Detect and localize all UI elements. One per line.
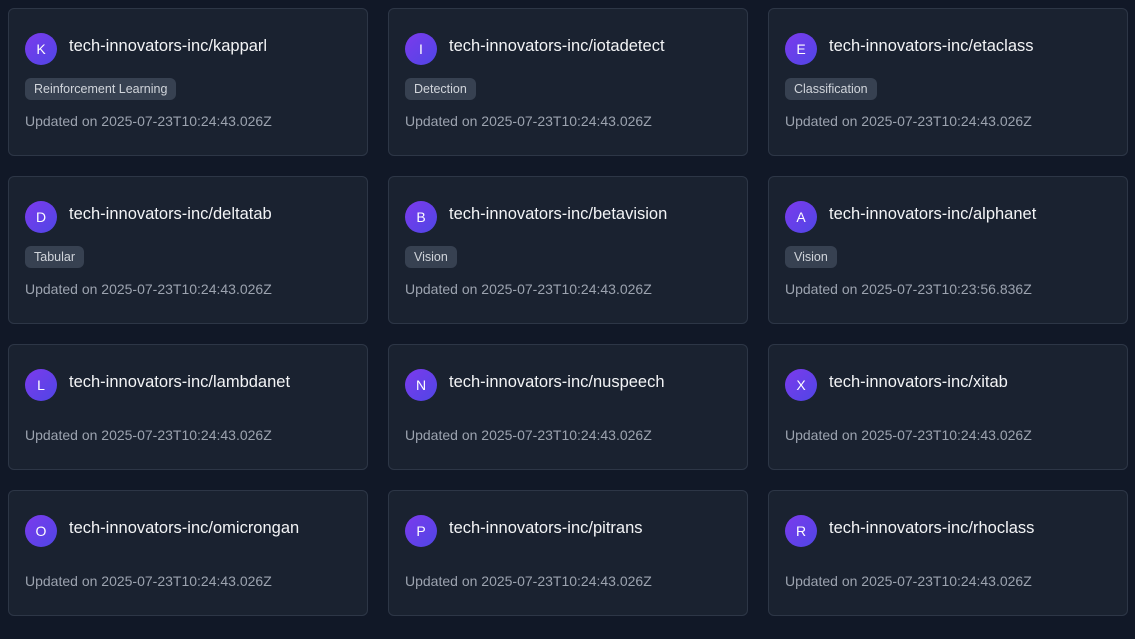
repo-updated: Updated on 2025-07-23T10:24:43.026Z bbox=[25, 113, 272, 129]
repo-title[interactable]: tech-innovators-inc/kapparl bbox=[69, 37, 267, 56]
repo-tag: Detection bbox=[405, 78, 476, 100]
repo-card-betavision[interactable]: B tech-innovators-inc/betavision Vision … bbox=[388, 176, 748, 324]
repo-card-pitrans[interactable]: P tech-innovators-inc/pitrans Updated on… bbox=[388, 490, 748, 616]
repo-card-rhoclass[interactable]: R tech-innovators-inc/rhoclass Updated o… bbox=[768, 490, 1128, 616]
repo-title[interactable]: tech-innovators-inc/nuspeech bbox=[449, 373, 665, 392]
repo-updated: Updated on 2025-07-23T10:24:43.026Z bbox=[405, 427, 652, 443]
repo-card-header: R tech-innovators-inc/rhoclass bbox=[785, 515, 1111, 547]
repo-title[interactable]: tech-innovators-inc/deltatab bbox=[69, 205, 272, 224]
repo-card-header: P tech-innovators-inc/pitrans bbox=[405, 515, 731, 547]
repo-card-nuspeech[interactable]: N tech-innovators-inc/nuspeech Updated o… bbox=[388, 344, 748, 470]
repo-tag: Classification bbox=[785, 78, 877, 100]
repo-updated: Updated on 2025-07-23T10:24:43.026Z bbox=[25, 427, 272, 443]
repo-card-omicrongan[interactable]: O tech-innovators-inc/omicrongan Updated… bbox=[8, 490, 368, 616]
repo-tag: Vision bbox=[785, 246, 837, 268]
repo-avatar: K bbox=[25, 33, 57, 65]
repo-card-etaclass[interactable]: E tech-innovators-inc/etaclass Classific… bbox=[768, 8, 1128, 156]
repo-avatar: I bbox=[405, 33, 437, 65]
repo-updated: Updated on 2025-07-23T10:24:43.026Z bbox=[405, 281, 652, 297]
repo-updated: Updated on 2025-07-23T10:24:43.026Z bbox=[785, 573, 1032, 589]
repo-tag: Tabular bbox=[25, 246, 84, 268]
repo-avatar: X bbox=[785, 369, 817, 401]
repo-updated: Updated on 2025-07-23T10:23:56.836Z bbox=[785, 281, 1032, 297]
repo-card-header: A tech-innovators-inc/alphanet bbox=[785, 201, 1111, 233]
repo-avatar: N bbox=[405, 369, 437, 401]
repo-card-deltatab[interactable]: D tech-innovators-inc/deltatab Tabular U… bbox=[8, 176, 368, 324]
repo-title[interactable]: tech-innovators-inc/lambdanet bbox=[69, 373, 290, 392]
repo-title[interactable]: tech-innovators-inc/iotadetect bbox=[449, 37, 665, 56]
repo-card-header: E tech-innovators-inc/etaclass bbox=[785, 33, 1111, 65]
repo-grid: K tech-innovators-inc/kapparl Reinforcem… bbox=[8, 8, 1128, 616]
repo-card-header: B tech-innovators-inc/betavision bbox=[405, 201, 731, 233]
repo-updated: Updated on 2025-07-23T10:24:43.026Z bbox=[25, 573, 272, 589]
repo-card-header: K tech-innovators-inc/kapparl bbox=[25, 33, 351, 65]
repo-updated: Updated on 2025-07-23T10:24:43.026Z bbox=[405, 573, 652, 589]
repo-avatar: B bbox=[405, 201, 437, 233]
repo-avatar: E bbox=[785, 33, 817, 65]
repo-updated: Updated on 2025-07-23T10:24:43.026Z bbox=[785, 113, 1032, 129]
repo-avatar: A bbox=[785, 201, 817, 233]
repo-card-iotadetect[interactable]: I tech-innovators-inc/iotadetect Detecti… bbox=[388, 8, 748, 156]
repo-title[interactable]: tech-innovators-inc/alphanet bbox=[829, 205, 1036, 224]
repo-card-header: L tech-innovators-inc/lambdanet bbox=[25, 369, 351, 401]
repo-updated: Updated on 2025-07-23T10:24:43.026Z bbox=[785, 427, 1032, 443]
repo-title[interactable]: tech-innovators-inc/pitrans bbox=[449, 519, 643, 538]
repo-tag: Vision bbox=[405, 246, 457, 268]
repo-card-lambdanet[interactable]: L tech-innovators-inc/lambdanet Updated … bbox=[8, 344, 368, 470]
repo-tag: Reinforcement Learning bbox=[25, 78, 177, 100]
repo-card-header: O tech-innovators-inc/omicrongan bbox=[25, 515, 351, 547]
repo-avatar: D bbox=[25, 201, 57, 233]
repo-card-xitab[interactable]: X tech-innovators-inc/xitab Updated on 2… bbox=[768, 344, 1128, 470]
repo-title[interactable]: tech-innovators-inc/betavision bbox=[449, 205, 667, 224]
repo-avatar: L bbox=[25, 369, 57, 401]
repo-title[interactable]: tech-innovators-inc/xitab bbox=[829, 373, 1008, 392]
repo-card-header: D tech-innovators-inc/deltatab bbox=[25, 201, 351, 233]
repo-avatar: P bbox=[405, 515, 437, 547]
repo-updated: Updated on 2025-07-23T10:24:43.026Z bbox=[405, 113, 652, 129]
repo-title[interactable]: tech-innovators-inc/omicrongan bbox=[69, 519, 299, 538]
repo-card-header: X tech-innovators-inc/xitab bbox=[785, 369, 1111, 401]
repo-avatar: O bbox=[25, 515, 57, 547]
repo-card-header: I tech-innovators-inc/iotadetect bbox=[405, 33, 731, 65]
repo-title[interactable]: tech-innovators-inc/etaclass bbox=[829, 37, 1034, 56]
repo-card-kapparl[interactable]: K tech-innovators-inc/kapparl Reinforcem… bbox=[8, 8, 368, 156]
repo-title[interactable]: tech-innovators-inc/rhoclass bbox=[829, 519, 1034, 538]
repo-card-header: N tech-innovators-inc/nuspeech bbox=[405, 369, 731, 401]
repo-updated: Updated on 2025-07-23T10:24:43.026Z bbox=[25, 281, 272, 297]
repo-avatar: R bbox=[785, 515, 817, 547]
repo-card-alphanet[interactable]: A tech-innovators-inc/alphanet Vision Up… bbox=[768, 176, 1128, 324]
